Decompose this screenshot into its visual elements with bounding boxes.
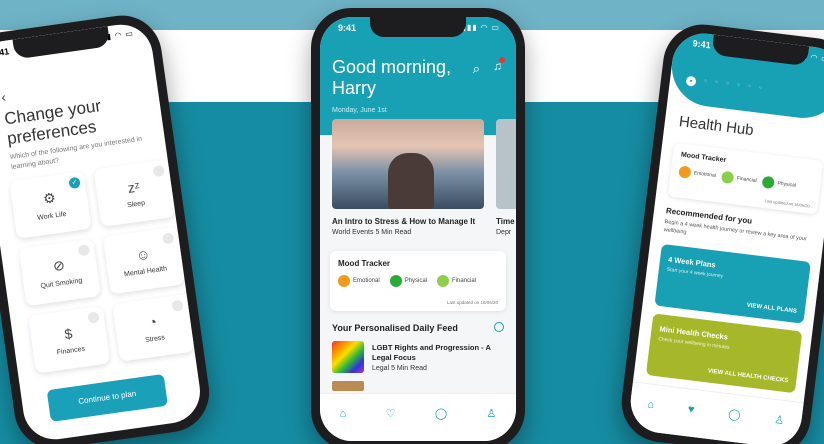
- article-meta-2: Depr: [496, 229, 512, 236]
- calendar-today[interactable]: ●: [685, 75, 697, 87]
- work-life-icon: ⚙: [42, 189, 57, 207]
- topic-label: Sleep: [126, 199, 146, 209]
- mood-label: Emotional: [693, 170, 717, 179]
- mood-label: Financial: [452, 278, 477, 284]
- tab-bar: ⌂ ♡ ◯ ♙: [320, 393, 516, 441]
- article-title[interactable]: An Intro to Stress & How to Manage It: [332, 217, 475, 226]
- screen-preferences: 9:41 ▮▮▮ ◠ ▭ ‹ Change your preferences W…: [0, 20, 205, 444]
- checkbox-icon: [161, 232, 175, 245]
- heart-icon[interactable]: ♡: [386, 407, 396, 420]
- profile-icon[interactable]: ♙: [486, 407, 496, 420]
- home-icon[interactable]: ⌂: [340, 408, 347, 420]
- date-label: Monday, June 1st: [332, 107, 387, 114]
- mood-row: Emotional Physical Financial: [338, 275, 476, 287]
- continue-button[interactable]: Continue to plan: [46, 373, 168, 422]
- topic-tile-work-life[interactable]: ✓ ⚙ Work Life: [9, 171, 92, 239]
- chat-icon[interactable]: ◯: [435, 407, 447, 420]
- topic-tile-finances[interactable]: $ Finances: [28, 305, 111, 374]
- sleep-icon: zᶻ: [126, 177, 141, 196]
- mood-item-emotional[interactable]: Emotional: [338, 275, 380, 287]
- feed-item-title[interactable]: LGBT Rights and Progression - A Legal Fo…: [372, 343, 502, 363]
- mood-item-financial[interactable]: Financial: [721, 170, 757, 187]
- plans-card[interactable]: 4 Week Plans Start your 4 week journey V…: [654, 243, 811, 324]
- notification-badge: [499, 57, 505, 63]
- topic-tile-sleep[interactable]: zᶻ Sleep: [93, 159, 176, 228]
- signal-icon: ▮▮▮ ◠ ▭: [461, 23, 500, 32]
- feed-item-meta: Legal 5 Min Read: [372, 365, 427, 372]
- checkbox-icon: [152, 164, 165, 178]
- feed-title: Your Personalised Daily Feed: [332, 323, 458, 333]
- mood-item-emotional[interactable]: Emotional: [678, 165, 716, 181]
- topic-label: Mental Health: [123, 264, 168, 278]
- search-icon[interactable]: ⌕: [473, 61, 480, 77]
- checkbox-icon: [171, 299, 184, 312]
- phone-preferences: 9:41 ▮▮▮ ◠ ▭ ‹ Change your preferences W…: [0, 10, 215, 444]
- article-title-2[interactable]: Time: [496, 217, 515, 226]
- article-image-2[interactable]: [496, 119, 516, 209]
- back-icon[interactable]: ‹: [0, 89, 6, 104]
- mood-face-icon: [721, 170, 735, 185]
- mood-updated: Last updated on 16/06/20: [764, 198, 810, 209]
- home-icon[interactable]: ⌂: [647, 398, 655, 411]
- status-time: 9:41: [338, 23, 357, 33]
- topic-label: Stress: [144, 333, 166, 344]
- bell-icon[interactable]: ♫: [493, 57, 505, 73]
- status-time: 9:41: [0, 46, 10, 59]
- mood-updated: Last updated on 16/06/20: [446, 300, 498, 305]
- topic-label: Work Life: [36, 210, 68, 222]
- mood-item-physical[interactable]: Physical: [389, 275, 428, 287]
- mood-label: Physical: [777, 180, 797, 189]
- feed-thumbnail-2[interactable]: [332, 381, 364, 391]
- notch: [12, 26, 111, 60]
- screen-health-hub: 9:41 ▮▮▮ ◠ ▭ ●○○○○○○ Health Hub Mood Tra…: [627, 30, 824, 444]
- phone-health-hub: 9:41 ▮▮▮ ◠ ▭ ●○○○○○○ Health Hub Mood Tra…: [617, 19, 824, 444]
- greeting: Good morning, Harry: [332, 57, 452, 98]
- people-figure: [388, 153, 434, 209]
- mood-face-icon: [437, 275, 450, 287]
- feed-thumbnail[interactable]: [332, 341, 364, 373]
- mood-title: Mood Tracker: [338, 259, 391, 268]
- phone-home: 9:41 ▮▮▮ ◠ ▭ Good morning, Harry ⌕ ♫ Mon…: [311, 8, 525, 444]
- article-image[interactable]: [332, 119, 484, 209]
- health-checks-card[interactable]: Mini Health Checks Check your wellbeing …: [645, 313, 803, 394]
- mood-item-financial[interactable]: Financial: [437, 275, 476, 287]
- topic-tile-mental-health[interactable]: ☺ Mental Health: [102, 226, 186, 295]
- mood-label: Physical: [404, 278, 428, 284]
- view-all-health-checks-link[interactable]: VIEW ALL HEALTH CHECKS: [708, 368, 789, 384]
- check-icon: ✓: [68, 176, 81, 190]
- head-icon: ☺: [134, 245, 152, 263]
- heart-icon[interactable]: ♥: [687, 403, 695, 416]
- topic-grid: ✓ ⚙ Work Life zᶻ Sleep ⊘ Quit Smoking ☺ …: [9, 159, 195, 374]
- mood-row: Emotional Financial Physical: [678, 165, 796, 191]
- no-smoking-icon: ⊘: [51, 256, 66, 275]
- mood-face-icon: [678, 165, 692, 179]
- timer-icon: ◔: [147, 312, 158, 330]
- screen-home: 9:41 ▮▮▮ ◠ ▭ Good morning, Harry ⌕ ♫ Mon…: [320, 17, 516, 441]
- mood-face-icon: [338, 275, 350, 287]
- topic-label: Quit Smoking: [40, 277, 83, 291]
- settings-icon[interactable]: [494, 322, 504, 332]
- article-meta: World Events 5 Min Read: [332, 229, 412, 236]
- mood-face-icon: [389, 275, 402, 287]
- checkbox-icon: [77, 244, 91, 257]
- page-title: Health Hub: [677, 113, 755, 140]
- notch: [370, 17, 466, 37]
- chat-icon[interactable]: ◯: [728, 407, 742, 421]
- mood-tracker-card[interactable]: Mood Tracker Emotional Financial Physica…: [667, 142, 824, 215]
- mood-title: Mood Tracker: [680, 151, 727, 165]
- view-all-plans-link[interactable]: VIEW ALL PLANS: [746, 303, 797, 315]
- status-time: 9:41: [692, 38, 712, 51]
- topic-label: Finances: [56, 345, 86, 356]
- checkbox-icon: [87, 311, 100, 324]
- topic-tile-stress[interactable]: ◔ Stress: [112, 293, 195, 362]
- mood-item-physical[interactable]: Physical: [761, 175, 797, 192]
- mood-label: Financial: [736, 175, 757, 184]
- mood-label: Emotional: [353, 278, 380, 284]
- topic-tile-quit-smoking[interactable]: ⊘ Quit Smoking: [18, 238, 102, 307]
- money-bag-icon: $: [63, 324, 74, 342]
- mood-tracker-card[interactable]: Mood Tracker Emotional Physical Financia…: [330, 251, 506, 311]
- profile-icon[interactable]: ♙: [774, 413, 785, 427]
- mood-face-icon: [761, 175, 776, 190]
